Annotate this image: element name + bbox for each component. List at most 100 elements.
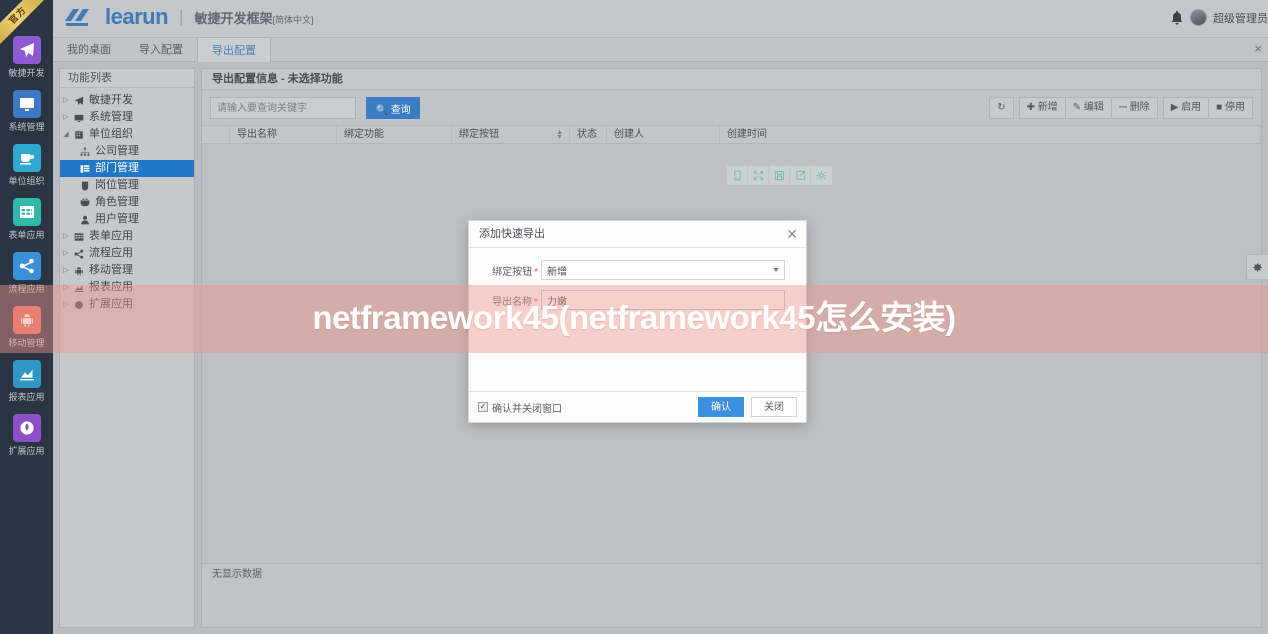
- edit-button[interactable]: ✎ 编辑: [1064, 97, 1112, 119]
- settings-gear-button[interactable]: [1246, 254, 1268, 280]
- panel-toolbar: 🔍 查询 ↻ ✚ 新增 ✎ 编辑 ⎓: [202, 90, 1261, 126]
- column-create-time[interactable]: 创建时间: [720, 126, 1261, 143]
- confirm-button[interactable]: 确认: [698, 397, 744, 417]
- globe-icon: [72, 300, 86, 310]
- monitor-icon: [72, 113, 86, 123]
- search-input[interactable]: [210, 97, 356, 119]
- tree-node-label: 表单应用: [89, 230, 133, 242]
- tree-node-extension-app[interactable]: ▷ 扩展应用: [60, 296, 194, 313]
- avatar[interactable]: [1190, 9, 1207, 26]
- field-row-export-name: 导出名称 *: [469, 290, 806, 310]
- sort-icon[interactable]: ▲ ▼: [556, 129, 563, 141]
- save-disk-icon[interactable]: [769, 166, 790, 185]
- collapse-arrow-icon[interactable]: ◢: [60, 126, 72, 143]
- brand-separator: |: [179, 7, 184, 26]
- tree-node-company-manage[interactable]: 公司管理: [60, 143, 194, 160]
- field-label-text: 绑定按钮: [492, 266, 533, 278]
- expand-arrow-icon[interactable]: ▷: [60, 109, 72, 126]
- expand-arrow-icon[interactable]: ▷: [60, 92, 72, 109]
- paper-plane-icon: [72, 96, 86, 106]
- rail-item-form-app[interactable]: 表单应用: [0, 192, 53, 246]
- dialog-title: 添加快速导出: [479, 228, 545, 240]
- refresh-button[interactable]: ↻: [989, 97, 1014, 119]
- enable-button[interactable]: ▶ 启用: [1162, 97, 1210, 119]
- android-robot-icon: [72, 266, 86, 276]
- confirm-and-close-checkbox[interactable]: ✓ 确认并关闭窗口: [478, 400, 562, 415]
- tree-node-mobile-manage[interactable]: ▷ 移动管理: [60, 262, 194, 279]
- function-tree: ▷ 敏捷开发 ▷ 系统管理 ◢ 单位组织 公司管理 部门管理 岗位管理 角色管理…: [60, 88, 194, 317]
- dialog-body: 绑定按钮* 导出名称*: [469, 248, 806, 392]
- app-root: 官方 敏捷开发 系统管理 单位组织 表单应用 流程应用 移动管理 报表应用 扩展…: [0, 0, 1268, 634]
- disable-button-label: 停用: [1225, 102, 1245, 113]
- checkbox-label: 确认并关闭窗口: [492, 403, 562, 415]
- tree-node-flow-app[interactable]: ▷ 流程应用: [60, 245, 194, 262]
- dialog-header: 添加快速导出 ✕: [469, 221, 806, 248]
- bound-button-select[interactable]: [541, 260, 785, 280]
- column-bound-button[interactable]: 绑定按钮 ▲ ▼: [452, 126, 570, 143]
- table-grid-icon: [12, 198, 41, 226]
- rail-item-mobile-manage[interactable]: 移动管理: [0, 300, 53, 354]
- user-name[interactable]: 超级管理员: [1213, 10, 1268, 26]
- bell-icon[interactable]: [1170, 10, 1184, 26]
- fullscreen-expand-icon[interactable]: [748, 166, 769, 185]
- brand-logo[interactable]: learun | 敏捷开发框架[简体中文]: [63, 5, 313, 29]
- tree-node-form-app[interactable]: ▷ 表单应用: [60, 228, 194, 245]
- required-marker: *: [534, 266, 538, 278]
- expand-arrow-icon[interactable]: ▷: [60, 279, 72, 296]
- close-icon[interactable]: ×: [1254, 42, 1262, 56]
- column-export-name[interactable]: 导出名称: [230, 126, 337, 143]
- rail-item-extension-app[interactable]: 扩展应用: [0, 408, 53, 462]
- search-button-label: 查询: [390, 104, 411, 116]
- add-button[interactable]: ✚ 新增: [1018, 97, 1066, 119]
- close-icon[interactable]: ✕: [786, 221, 798, 248]
- checkbox-box[interactable]: ✓: [478, 402, 488, 412]
- export-share-icon[interactable]: [790, 166, 811, 185]
- search-button[interactable]: 🔍 查询: [366, 97, 420, 119]
- expand-arrow-icon[interactable]: ▷: [60, 228, 72, 245]
- tree-node-system-manage[interactable]: ▷ 系统管理: [60, 109, 194, 126]
- tree-node-user-manage[interactable]: 用户管理: [60, 211, 194, 228]
- gear-icon[interactable]: [811, 166, 832, 185]
- column-bound-function[interactable]: 绑定功能: [337, 126, 452, 143]
- tree-node-report-app[interactable]: ▷ 报表应用: [60, 279, 194, 296]
- list-icon: [78, 164, 92, 174]
- area-chart-icon: [12, 360, 41, 388]
- close-button[interactable]: 关闭: [751, 397, 797, 417]
- delete-button-label: 删除: [1129, 102, 1150, 113]
- rail-item-report-app[interactable]: 报表应用: [0, 354, 53, 408]
- tree-node-org-unit[interactable]: ◢ 单位组织: [60, 126, 194, 143]
- tree-node-label: 移动管理: [89, 264, 133, 276]
- column-creator[interactable]: 创建人: [607, 126, 720, 143]
- user-icon: [78, 215, 92, 225]
- tree-node-role-manage[interactable]: 角色管理: [60, 194, 194, 211]
- expand-arrow-icon[interactable]: ▷: [60, 245, 72, 262]
- tree-node-label: 用户管理: [95, 213, 139, 225]
- tree-node-agile-dev[interactable]: ▷ 敏捷开发: [60, 92, 194, 109]
- rail-item-label: 单位组织: [8, 176, 45, 186]
- tab-bar: 我的桌面 导入配置 导出配置 ×: [53, 37, 1268, 62]
- tab-my-desktop[interactable]: 我的桌面: [53, 38, 125, 62]
- mobile-preview-icon[interactable]: [727, 166, 748, 185]
- mask-icon: [78, 198, 92, 208]
- official-ribbon-label: 官方: [0, 0, 51, 48]
- brand-name: learun: [105, 4, 169, 29]
- tab-import-config[interactable]: 导入配置: [125, 38, 197, 62]
- disable-button[interactable]: ■ 停用: [1208, 97, 1253, 119]
- rail-item-system-manage[interactable]: 系统管理: [0, 84, 53, 138]
- learun-logo-icon: [65, 9, 89, 26]
- expand-arrow-icon[interactable]: ▷: [60, 262, 72, 279]
- add-button-label: 新增: [1037, 102, 1058, 113]
- export-name-input[interactable]: [541, 290, 785, 310]
- tree-node-position-manage[interactable]: 岗位管理: [60, 177, 194, 194]
- tree-node-label: 敏捷开发: [89, 94, 133, 106]
- field-control: [541, 260, 785, 280]
- rail-item-org-unit[interactable]: 单位组织: [0, 138, 53, 192]
- tree-node-department-manage[interactable]: 部门管理: [60, 160, 194, 177]
- tab-export-config[interactable]: 导出配置: [197, 37, 271, 62]
- play-icon: ▶: [1170, 102, 1179, 113]
- enable-button-label: 启用: [1181, 102, 1202, 113]
- expand-arrow-icon[interactable]: ▷: [60, 296, 72, 313]
- column-status[interactable]: 状态: [570, 126, 607, 143]
- delete-button[interactable]: ⎓ 删除: [1110, 97, 1158, 119]
- rail-item-flow-app[interactable]: 流程应用: [0, 246, 53, 300]
